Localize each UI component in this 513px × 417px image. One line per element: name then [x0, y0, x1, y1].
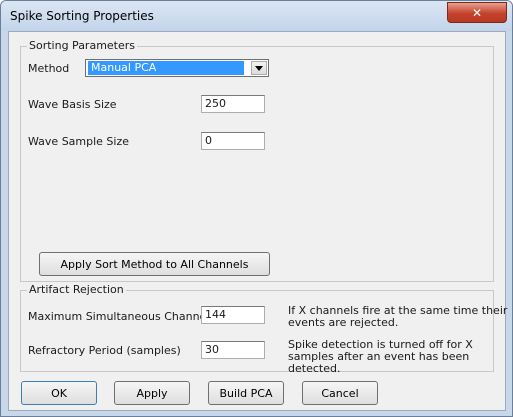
build-pca-button[interactable]: Build PCA: [208, 381, 284, 405]
method-dropdown-button[interactable]: [251, 61, 267, 75]
max-simultaneous-channels-input[interactable]: 144: [201, 306, 265, 324]
sorting-parameters-group: Sorting Parameters Method Manual PCA Wav…: [20, 39, 494, 282]
max-simultaneous-channels-note: If X channels fire at the same time thei…: [288, 304, 508, 329]
cancel-button[interactable]: Cancel: [302, 381, 378, 405]
artifact-rejection-legend: Artifact Rejection: [27, 283, 126, 296]
method-select[interactable]: Manual PCA: [85, 59, 269, 77]
dialog-window: Spike Sorting Properties ✕ Sorting Param…: [0, 0, 513, 417]
refractory-period-input[interactable]: 30: [201, 341, 265, 359]
window-title: Spike Sorting Properties: [10, 9, 154, 23]
chevron-down-icon: [255, 65, 263, 71]
close-icon: ✕: [471, 5, 483, 20]
dialog-client-area: Sorting Parameters Method Manual PCA Wav…: [8, 31, 507, 411]
wave-basis-size-input[interactable]: 250: [201, 95, 265, 113]
wave-sample-size-label: Wave Sample Size: [28, 135, 130, 148]
max-simultaneous-channels-label: Maximum Simultaneous Channels: [28, 310, 216, 323]
refractory-period-note: Spike detection is turned off for X samp…: [288, 338, 473, 375]
title-bar[interactable]: Spike Sorting Properties ✕: [1, 1, 512, 31]
artifact-rejection-group: Artifact Rejection Maximum Simultaneous …: [20, 283, 507, 375]
method-selected-value: Manual PCA: [88, 61, 244, 75]
wave-basis-size-label: Wave Basis Size: [28, 98, 117, 111]
method-label: Method: [28, 62, 70, 75]
apply-sort-method-button[interactable]: Apply Sort Method to All Channels: [39, 252, 270, 276]
close-button[interactable]: ✕: [447, 2, 507, 23]
ok-button[interactable]: OK: [21, 381, 97, 405]
refractory-period-label: Refractory Period (samples): [28, 344, 181, 357]
apply-button[interactable]: Apply: [114, 381, 190, 405]
wave-sample-size-input[interactable]: 0: [201, 132, 265, 150]
sorting-parameters-legend: Sorting Parameters: [27, 39, 138, 52]
